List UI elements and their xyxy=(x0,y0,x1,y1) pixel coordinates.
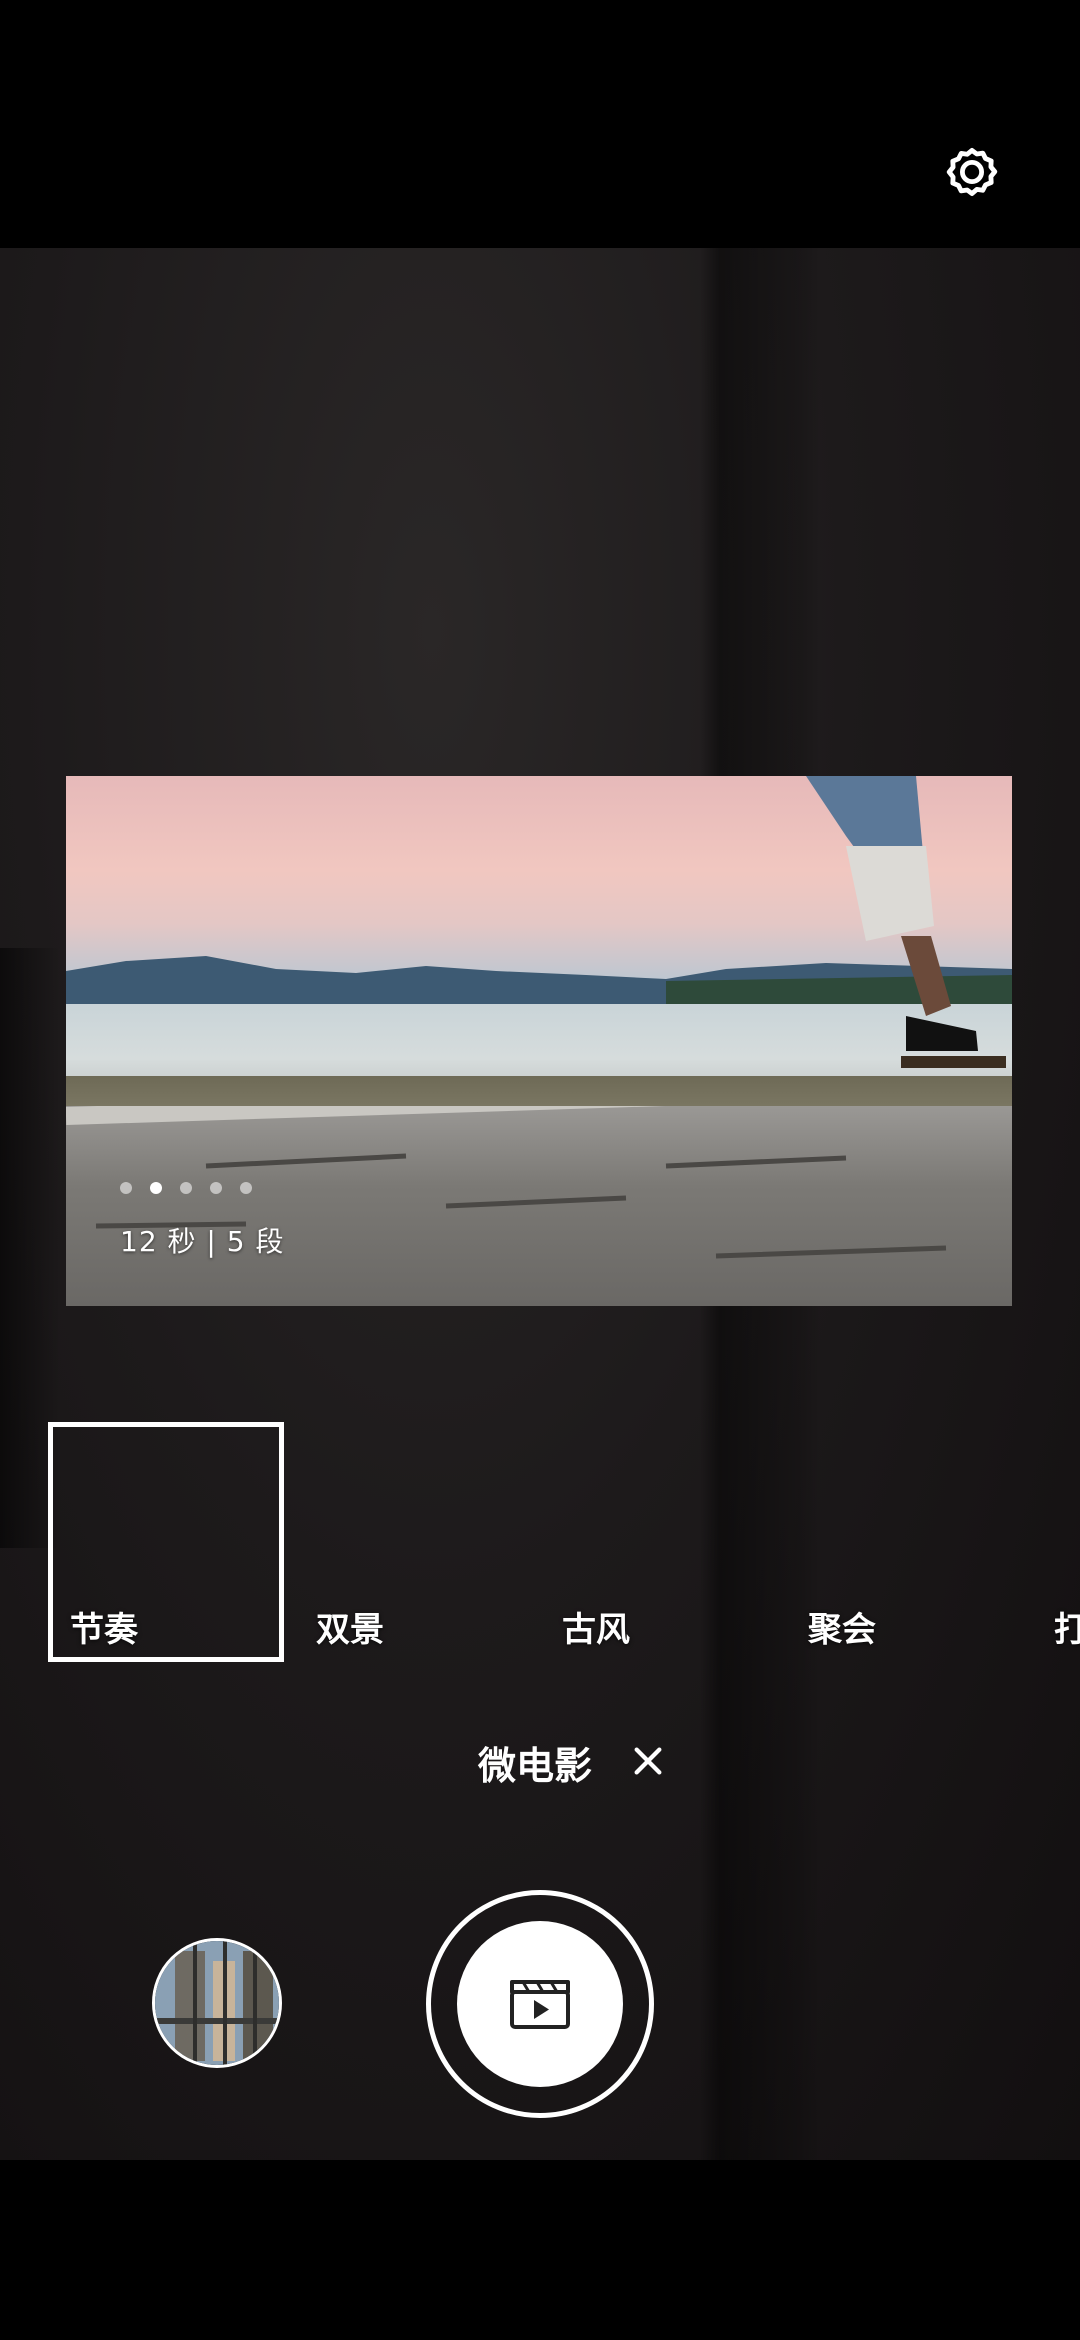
template-label: 打 xyxy=(1054,1610,1080,1650)
gallery-thumbnail-button[interactable] xyxy=(152,1938,282,2068)
template-item-rhythm[interactable]: 节奏 xyxy=(48,1422,284,1662)
template-label: 节奏 xyxy=(70,1610,138,1650)
mode-title: 微电影 xyxy=(478,1744,593,1788)
template-item-ancient-style[interactable]: 古风 xyxy=(540,1422,776,1662)
template-preview-video[interactable]: 12 秒 | 5 段 xyxy=(66,776,1012,1306)
template-strip[interactable]: 节奏 双景 古风 聚会 打 xyxy=(48,1422,1080,1662)
preview-page-dots xyxy=(120,1182,252,1194)
page-dot xyxy=(120,1182,132,1194)
bottom-bar xyxy=(0,2160,1080,2340)
record-button-inner[interactable] xyxy=(457,1921,623,2087)
close-mode-button[interactable] xyxy=(624,1737,672,1785)
template-item-party[interactable]: 聚会 xyxy=(786,1422,1022,1662)
page-dot xyxy=(210,1182,222,1194)
template-label: 双景 xyxy=(316,1610,384,1650)
page-dot xyxy=(180,1182,192,1194)
settings-button[interactable] xyxy=(936,136,1008,208)
close-icon xyxy=(634,1747,662,1775)
mode-row: 微电影 xyxy=(0,1735,1080,1795)
template-label: 古风 xyxy=(562,1610,630,1650)
gear-icon xyxy=(946,148,998,196)
preview-path-lines xyxy=(66,1106,947,1259)
template-item-checkin[interactable]: 打 xyxy=(1032,1422,1080,1662)
template-label: 聚会 xyxy=(808,1610,876,1650)
page-dot xyxy=(240,1182,252,1194)
preview-duration-info: 12 秒 | 5 段 xyxy=(120,1225,285,1258)
template-item-dual-view[interactable]: 双景 xyxy=(294,1422,530,1662)
movie-clapper-icon xyxy=(510,1980,570,2029)
record-button[interactable] xyxy=(426,1890,654,2118)
top-bar xyxy=(0,0,1080,248)
preview-skater xyxy=(806,776,1006,1068)
page-dot-active xyxy=(150,1182,162,1194)
gallery-thumbnail-image xyxy=(155,1941,279,2065)
